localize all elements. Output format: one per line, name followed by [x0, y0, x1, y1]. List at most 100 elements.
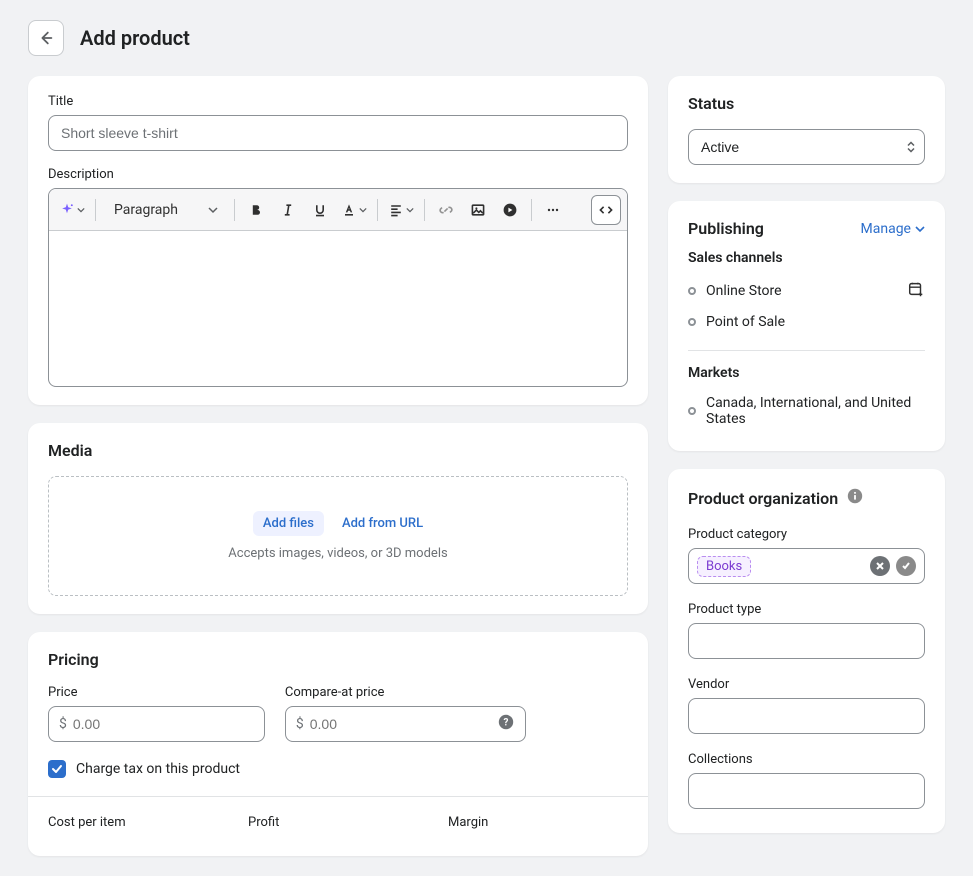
profit-label: Profit — [248, 815, 428, 830]
channel-label: Point of Sale — [706, 314, 785, 330]
italic-button[interactable] — [273, 195, 303, 225]
bold-button[interactable] — [241, 195, 271, 225]
bold-icon — [248, 202, 264, 218]
caret-down-icon — [359, 206, 367, 214]
charge-tax-checkbox[interactable] — [48, 760, 66, 778]
underline-icon — [312, 202, 328, 218]
markets-row: Canada, International, and United States — [688, 389, 925, 433]
italic-icon — [280, 202, 296, 218]
media-card: Media Add files Add from URL Accepts ima… — [28, 423, 648, 614]
channel-row-online-store: Online Store — [688, 274, 925, 308]
caret-down-icon — [406, 206, 414, 214]
markets-value: Canada, International, and United States — [706, 395, 925, 427]
description-textarea[interactable] — [49, 231, 627, 386]
align-button[interactable] — [384, 195, 418, 225]
align-left-icon — [388, 202, 404, 218]
publishing-card: Publishing Manage Sales channels Online … — [668, 201, 945, 451]
category-chip[interactable]: Books — [697, 556, 751, 577]
text-color-icon — [341, 202, 357, 218]
channel-label: Online Store — [706, 283, 782, 299]
description-label: Description — [48, 167, 628, 182]
status-select[interactable]: Active — [688, 129, 925, 165]
svg-text:?: ? — [503, 718, 508, 729]
price-input-wrapper: $ — [48, 706, 265, 742]
product-type-label: Product type — [688, 602, 925, 617]
price-input[interactable] — [73, 716, 254, 732]
margin-label: Margin — [448, 815, 628, 830]
play-circle-icon — [502, 202, 518, 218]
confirm-category-button[interactable] — [896, 556, 916, 576]
schedule-publishing-button[interactable] — [907, 280, 925, 302]
sales-channels-heading: Sales channels — [688, 250, 925, 266]
image-button[interactable] — [463, 195, 493, 225]
media-hint: Accepts images, videos, or 3D models — [59, 546, 617, 561]
add-files-button[interactable]: Add files — [253, 511, 324, 536]
channel-row-pos: Point of Sale — [688, 308, 925, 336]
clear-category-button[interactable] — [870, 556, 890, 576]
status-title: Status — [688, 94, 925, 113]
product-category-label: Product category — [688, 527, 925, 542]
cost-per-item-label: Cost per item — [48, 815, 228, 830]
title-input[interactable] — [48, 115, 628, 151]
rte-toolbar: Paragraph — [49, 189, 627, 231]
image-icon — [470, 202, 486, 218]
more-horizontal-icon — [545, 202, 561, 218]
rich-text-editor: Paragraph — [48, 188, 628, 387]
add-from-url-button[interactable]: Add from URL — [342, 511, 423, 536]
paragraph-style-label: Paragraph — [114, 202, 178, 218]
price-label: Price — [48, 685, 265, 700]
title-label: Title — [48, 94, 628, 109]
close-icon — [875, 561, 885, 571]
source-code-button[interactable] — [591, 195, 621, 225]
video-button[interactable] — [495, 195, 525, 225]
product-organization-info-icon[interactable] — [846, 487, 864, 509]
product-type-input[interactable] — [688, 623, 925, 659]
paragraph-style-select[interactable]: Paragraph — [102, 195, 228, 225]
vendor-input[interactable] — [688, 698, 925, 734]
underline-button[interactable] — [305, 195, 335, 225]
link-button[interactable] — [431, 195, 461, 225]
more-button[interactable] — [538, 195, 568, 225]
back-button[interactable] — [28, 20, 64, 56]
caret-down-icon — [915, 224, 925, 234]
title-description-card: Title Description Paragraph — [28, 76, 648, 405]
product-category-input[interactable]: Books — [688, 548, 925, 584]
info-circle-icon — [846, 487, 864, 505]
charge-tax-label: Charge tax on this product — [76, 761, 240, 777]
text-color-button[interactable] — [337, 195, 371, 225]
product-organization-title: Product organization — [688, 489, 838, 508]
check-icon — [51, 763, 63, 775]
compare-price-label: Compare-at price — [285, 685, 526, 700]
pricing-title: Pricing — [48, 650, 628, 669]
page-title: Add product — [80, 26, 190, 50]
sparkle-icon — [59, 202, 75, 218]
arrow-left-icon — [37, 29, 55, 47]
code-icon — [598, 202, 614, 218]
bullet-icon — [688, 287, 696, 295]
ai-sparkle-button[interactable] — [55, 195, 89, 225]
compare-currency-prefix: $ — [296, 716, 304, 732]
bullet-icon — [688, 407, 696, 415]
markets-heading: Markets — [688, 365, 925, 381]
compare-price-help-icon[interactable]: ? — [497, 713, 515, 735]
collections-label: Collections — [688, 752, 925, 767]
help-circle-icon: ? — [497, 713, 515, 731]
bullet-icon — [688, 318, 696, 326]
product-organization-card: Product organization Product category Bo… — [668, 469, 945, 833]
link-icon — [438, 202, 454, 218]
status-card: Status Active — [668, 76, 945, 183]
publishing-title: Publishing — [688, 219, 764, 238]
pricing-card: Pricing Price $ Compare-at price $ ? — [28, 632, 648, 856]
compare-price-input[interactable] — [310, 716, 491, 732]
caret-down-icon — [77, 206, 85, 214]
manage-publishing-button[interactable]: Manage — [861, 221, 925, 237]
vendor-label: Vendor — [688, 677, 925, 692]
check-icon — [901, 561, 911, 571]
compare-price-input-wrapper: $ ? — [285, 706, 526, 742]
price-currency-prefix: $ — [59, 716, 67, 732]
collections-input[interactable] — [688, 773, 925, 809]
media-title: Media — [48, 441, 628, 460]
calendar-plus-icon — [907, 280, 925, 298]
media-dropzone[interactable]: Add files Add from URL Accepts images, v… — [48, 476, 628, 596]
caret-down-icon — [208, 205, 218, 215]
